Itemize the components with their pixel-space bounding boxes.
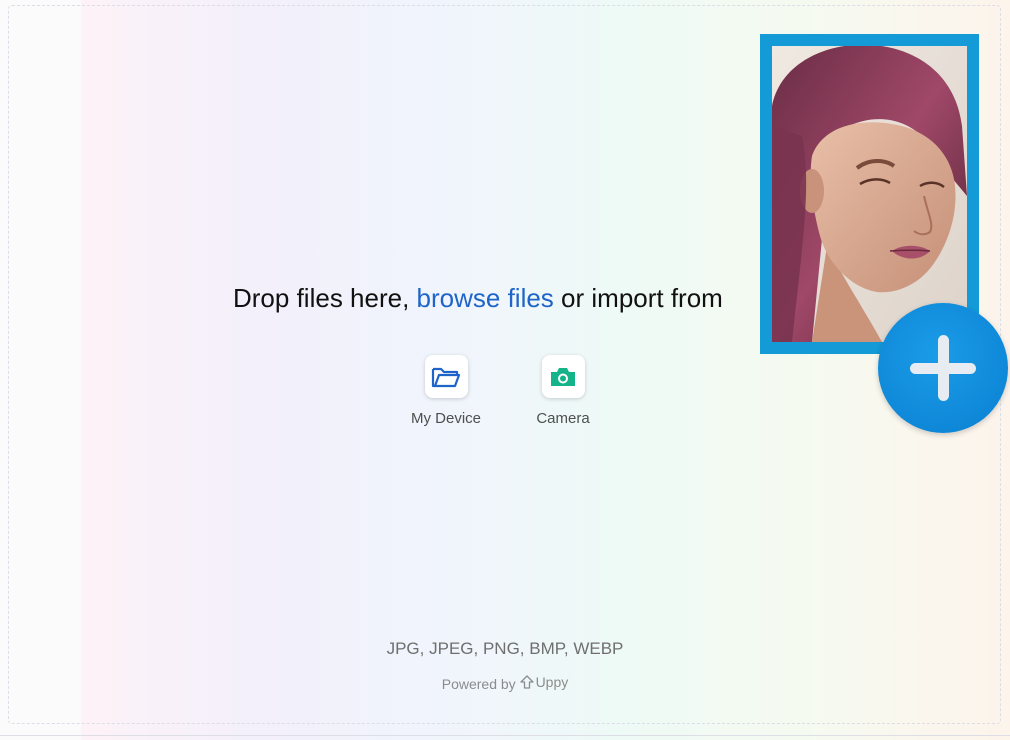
headline-prefix: Drop files here, [233,283,417,313]
powered-by[interactable]: Powered by Uppy [0,674,1010,692]
browse-files-link[interactable]: browse files [417,283,554,313]
portrait-photo [772,46,967,342]
source-tile[interactable] [424,355,468,398]
uppy-logo-icon [519,675,534,689]
plus-icon-vertical [938,335,949,401]
headline-suffix: or import from [553,283,723,313]
allowed-formats-note: JPG, JPEG, PNG, BMP, WEBP [386,639,624,658]
powered-by-prefix: Powered by [441,676,520,692]
source-camera-button[interactable]: Camera [513,355,613,427]
divider [0,735,1010,736]
add-button[interactable] [878,303,1008,433]
uppy-brand-label: Uppy [535,674,569,690]
camera-icon [551,367,575,386]
source-tile[interactable] [541,355,585,398]
uploader-page: Drop files here, browse files or import … [0,0,1010,740]
folder-icon [431,367,461,387]
source-my-device-button[interactable]: My Device [396,355,496,427]
source-label: My Device [410,410,481,427]
source-label: Camera [536,410,590,427]
dropzone-headline: Drop files here, browse files or import … [233,282,723,314]
uppy-brand[interactable]: Uppy [519,674,569,690]
